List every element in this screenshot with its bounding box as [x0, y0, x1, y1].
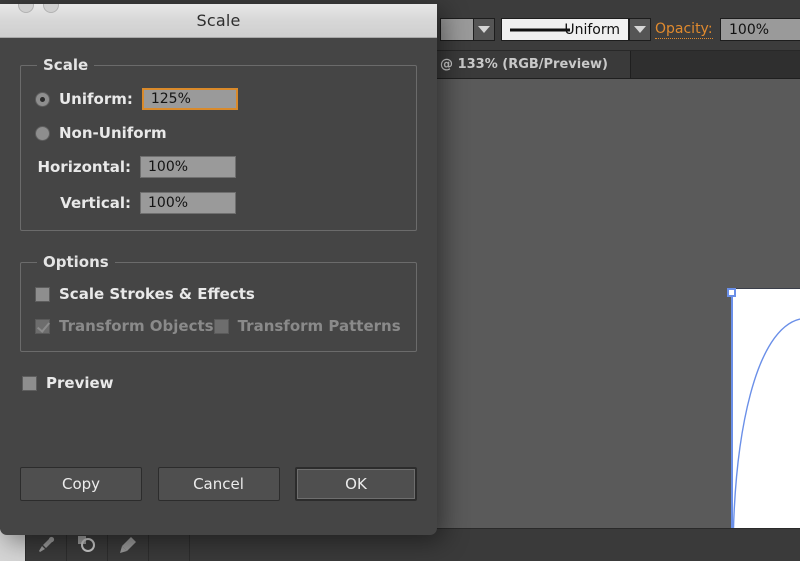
pen-icon [120, 537, 136, 553]
transform-objects-label: Transform Objects [59, 317, 214, 335]
dialog-body: Scale Uniform: 125% Non-Uniform Horizont… [0, 38, 437, 392]
anchor-point-top[interactable] [727, 288, 736, 297]
cancel-button[interactable]: Cancel [157, 467, 280, 501]
chevron-down-icon [478, 26, 490, 33]
stroke-profile-select[interactable]: Uniform [501, 18, 629, 41]
horizontal-label: Horizontal: [37, 158, 131, 176]
opacity-input[interactable]: 100% [720, 18, 800, 41]
uniform-input[interactable]: 125% [141, 88, 238, 110]
preview-row: Preview [22, 374, 417, 392]
ok-button[interactable]: OK [295, 467, 417, 501]
stroke-profile-dropdown[interactable] [629, 18, 651, 41]
transform-patterns-option: Transform Patterns [213, 317, 401, 335]
non-uniform-radio[interactable] [35, 125, 50, 141]
window-minimize-button[interactable] [43, 4, 59, 13]
scale-strokes-checkbox[interactable] [35, 286, 50, 302]
horizontal-row: Horizontal: 100% [35, 156, 402, 178]
non-uniform-row: Non-Uniform [35, 124, 402, 142]
non-uniform-label: Non-Uniform [59, 124, 167, 142]
stroke-profile-value: Uniform [564, 21, 620, 38]
uniform-row: Uniform: 125% [35, 88, 402, 110]
scale-strokes-row: Scale Strokes & Effects [35, 285, 402, 303]
scale-group-legend: Scale [43, 56, 89, 74]
stroke-profile-preview-icon [510, 28, 570, 31]
options-group-legend: Options [43, 253, 109, 271]
transform-objects-option: Transform Objects [35, 317, 214, 335]
preview-label: Preview [46, 374, 114, 392]
vertical-input[interactable]: 100% [140, 192, 236, 214]
chevron-down-icon [634, 26, 646, 33]
dialog-button-row: Copy Cancel OK [0, 467, 437, 501]
scale-dialog: Scale Scale Uniform: 125% Non-Uniform Ho… [0, 4, 437, 535]
copy-button[interactable]: Copy [20, 467, 142, 501]
uniform-label: Uniform: [59, 90, 133, 108]
vertical-row: Vertical: 100% [35, 192, 402, 214]
window-close-button[interactable] [18, 4, 34, 13]
opacity-label[interactable]: Opacity: [655, 20, 713, 39]
uniform-radio[interactable] [35, 91, 50, 107]
vertical-label: Vertical: [60, 194, 131, 212]
transform-patterns-checkbox [213, 318, 229, 334]
scale-strokes-label: Scale Strokes & Effects [59, 285, 255, 303]
dialog-title: Scale [196, 11, 241, 30]
stroke-swatch-dropdown[interactable] [473, 18, 495, 41]
transform-objects-checkbox [35, 318, 50, 334]
transform-row: Transform Objects Transform Patterns [35, 317, 402, 335]
transform-patterns-label: Transform Patterns [237, 317, 401, 335]
selection-curve-path [732, 318, 800, 561]
scale-group: Scale Uniform: 125% Non-Uniform Horizont… [20, 56, 417, 231]
dialog-title-bar: Scale [0, 4, 437, 38]
horizontal-input[interactable]: 100% [140, 156, 236, 178]
preview-checkbox[interactable] [22, 375, 37, 391]
eyedropper-icon [39, 536, 55, 552]
blend-icon [78, 536, 95, 552]
options-group: Options Scale Strokes & Effects Transfor… [20, 253, 417, 352]
